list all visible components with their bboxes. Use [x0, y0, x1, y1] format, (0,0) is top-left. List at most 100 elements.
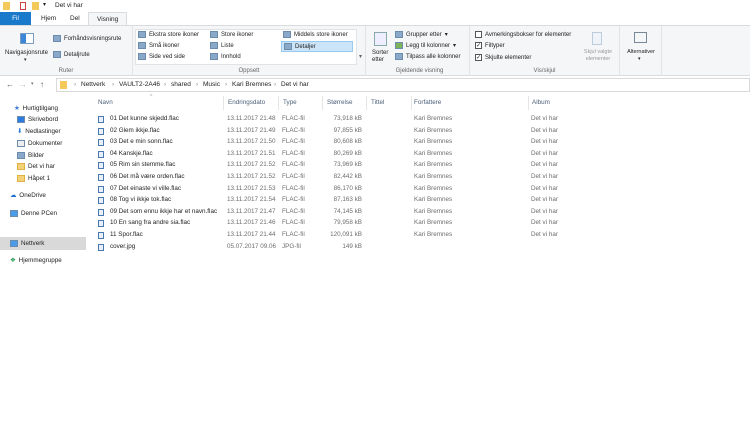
file-author: Kari Bremnes	[414, 173, 453, 180]
file-row[interactable]: 04 Kanskje.flac 13.11.2017 21.51 FLAC-fil 8…	[95, 149, 565, 160]
navigation-pane-button[interactable]: Navigasjonsrute	[5, 50, 48, 56]
star-icon: ★	[14, 105, 20, 112]
checkbox-checked[interactable]: ✓	[475, 54, 482, 61]
expand-gallery-icon[interactable]: ▾	[359, 53, 362, 60]
file-row[interactable]: 07 Det einaste vi ville.flac 13.11.2017 2…	[95, 184, 565, 195]
quick-access-dropdown-icon[interactable]: ▾	[43, 1, 46, 8]
breadcrumb-vault[interactable]: VAULT2-2A46	[119, 81, 160, 88]
address-bar[interactable]	[56, 78, 750, 92]
sidebar-item-dokumenter[interactable]: Dokumenter	[17, 138, 95, 149]
file-name: cover.jpg	[110, 242, 136, 250]
file-row[interactable]: 05 Rim sin stemme.flac 13.11.2017 21.52 FL…	[95, 160, 565, 171]
details-pane-button[interactable]: Detaljrute	[53, 51, 90, 58]
recent-dropdown-icon[interactable]: ▾	[31, 81, 34, 87]
tab-hjem[interactable]: Hjem	[33, 12, 64, 26]
sidebar-item-skrivebord[interactable]: Skrivebord	[17, 114, 95, 125]
file-row[interactable]: 11 Spor.flac 13.11.2017 21.44 FLAC-fil 120,…	[95, 230, 565, 241]
column-header-type[interactable]: Type	[283, 99, 297, 106]
layout-label: Side ved side	[149, 53, 186, 60]
group-by-button[interactable]: Grupper etter ▾	[395, 31, 448, 38]
sidebar-item-hjemmegruppe[interactable]: ❖ Hjemmegruppe	[10, 255, 88, 266]
file-author: Kari Bremnes	[414, 126, 453, 134]
details-pane-icon	[53, 51, 61, 58]
add-columns-button[interactable]: Legg til kolonner ▾	[395, 42, 456, 49]
back-icon[interactable]: ←	[6, 80, 14, 89]
layout-list[interactable]: Liste	[210, 42, 234, 49]
file-row[interactable]: 03 Det e min sonn.flac 13.11.2017 21.50 FL…	[95, 137, 565, 148]
file-name: 03 Det e min sonn.flac	[110, 138, 173, 146]
layout-details[interactable]: Detaljer	[281, 41, 353, 52]
file-row[interactable]: 10 En sang fra andre sia.flac 13.11.2017 …	[95, 218, 565, 229]
ribbon-tabs: Fil Hjem Del Visning	[0, 12, 750, 26]
file-album: Det vi har	[531, 161, 558, 169]
file-name: 07 Det einaste vi ville.flac	[110, 184, 182, 192]
up-icon[interactable]: ↑	[40, 80, 44, 89]
sidebar-item-nedlastinger[interactable]: ⬇ Nedlastinger	[17, 126, 95, 137]
layout-tiles[interactable]: Side ved side	[138, 53, 185, 60]
breadcrumb-shared[interactable]: shared	[171, 81, 191, 88]
checkbox-checked[interactable]: ✓	[475, 42, 482, 49]
sidebar-item-denne-pcen[interactable]: Denne PCen	[10, 208, 88, 219]
column-header-forfattere[interactable]: Forfattere	[414, 99, 441, 106]
sidebar-label: Nettverk	[21, 240, 45, 247]
breadcrumb-det-vi-har[interactable]: Det vi har	[281, 81, 309, 88]
column-header-album[interactable]: Album	[532, 99, 550, 106]
network-icon	[10, 240, 18, 247]
file-row[interactable]: 08 Tog vi ikkje tok.flac 13.11.2017 21.54…	[95, 195, 565, 206]
hide-selected-button[interactable]: Skjul valgte elementer	[580, 49, 616, 63]
column-header-storrelse[interactable]: Størrelse	[327, 99, 353, 106]
tab-del[interactable]: Del	[62, 12, 88, 26]
file-date: 05.07.2017 09.06	[227, 242, 277, 250]
file-row[interactable]: 09 Det som ennu ikkje har et navn.flac 13…	[95, 207, 565, 218]
column-header-endringsdato[interactable]: Endringsdato	[228, 99, 265, 106]
sidebar-item-det-vi-har[interactable]: Det vi har	[17, 161, 95, 172]
group-gjeldende-visning: Sorter etter Grupper etter ▾ Legg til kol…	[370, 26, 470, 76]
file-author: Kari Bremnes	[414, 219, 453, 227]
column-header-tittel[interactable]: Tittel	[371, 99, 384, 106]
checkbox-label: Filtyper	[485, 42, 505, 49]
file-row[interactable]: cover.jpg 05.07.2017 09.06 JPG-fil 149 kB	[95, 242, 565, 253]
properties-icon[interactable]	[20, 2, 26, 10]
sidebar-item-bilder[interactable]: Bilder	[17, 150, 95, 161]
fit-columns-button[interactable]: Tilpass alle kolonner	[395, 53, 460, 60]
sidebar-item-hapet-1[interactable]: Håpet 1	[17, 173, 95, 184]
file-album: Det vi har	[531, 149, 558, 157]
layout-extra-large-icons[interactable]: Ekstra store ikoner	[138, 31, 199, 38]
sidebar-item-onedrive[interactable]: ☁ OneDrive	[10, 190, 88, 201]
sort-by-button[interactable]: Sorter etter	[372, 50, 394, 64]
item-checkboxes-toggle[interactable]: Avmerkingsbokser for elementer	[475, 31, 571, 38]
tab-visning[interactable]: Visning	[88, 12, 128, 26]
file-name: 06 Det må være orden.flac	[110, 173, 185, 180]
layout-content[interactable]: Innhold	[210, 53, 241, 60]
file-extensions-toggle[interactable]: ✓ Filtyper	[475, 42, 505, 49]
layout-medium-icons[interactable]: Middels store ikoner	[283, 31, 348, 38]
new-folder-icon[interactable]	[32, 2, 39, 10]
file-row[interactable]: 06 Det må være orden.flac 13.11.2017 21.5…	[95, 172, 565, 183]
checkbox[interactable]	[475, 31, 482, 38]
layout-large-icons[interactable]: Store ikoner	[210, 31, 253, 38]
hidden-items-toggle[interactable]: ✓ Skjulte elementer	[475, 54, 531, 61]
file-size: 97,855 kB	[333, 126, 362, 134]
tab-fil[interactable]: Fil	[0, 12, 31, 26]
preview-pane-button[interactable]: Forhåndsvisningsrute	[53, 35, 121, 42]
file-date: 13.11.2017 21.50	[227, 138, 276, 146]
layout-label: Ekstra store ikoner	[149, 31, 200, 38]
group-label-vis-skjul: Vis/skjul	[533, 68, 556, 74]
breadcrumb-nettverk[interactable]: Nettverk	[81, 81, 105, 88]
audio-file-icon	[98, 174, 104, 181]
forward-icon[interactable]: →	[19, 80, 27, 89]
column-header-navn[interactable]: Navn	[98, 99, 113, 106]
file-row[interactable]: 01 Det kunne skjedd.flac 13.11.2017 21.48…	[95, 114, 565, 125]
breadcrumb-music[interactable]: Music	[203, 81, 220, 88]
options-button[interactable]: Alternativer	[620, 49, 662, 55]
breadcrumb-kari-bremnes[interactable]: Kari Bremnes	[232, 81, 271, 88]
file-type: FLAC-fil	[282, 184, 305, 192]
sidebar-item-nettverk[interactable]: Nettverk	[0, 237, 86, 250]
sidebar-item-hurtigtilgang[interactable]: ★ Hurtigtilgang	[14, 103, 92, 114]
layout-small-icons[interactable]: Små ikoner	[138, 42, 179, 49]
file-row[interactable]: 02 Glem ikkje.flac 13.11.2017 21.49 FLAC-f…	[95, 126, 565, 137]
group-oppsett: Ekstra store ikoner Store ikoner Middels…	[133, 26, 366, 76]
sort-ascending-icon: ^	[150, 94, 153, 100]
layout-label: Store ikoner	[221, 31, 254, 38]
file-type: FLAC-fil	[282, 207, 305, 215]
